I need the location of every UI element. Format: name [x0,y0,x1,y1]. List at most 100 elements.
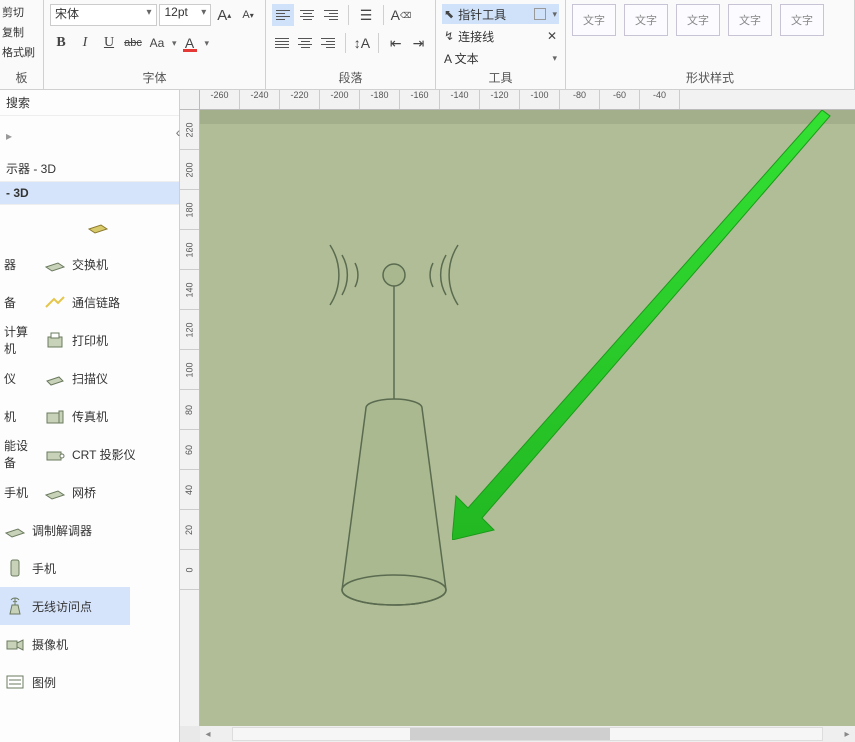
workspace: 搜索 ▸ 示器 - 3D - 3D 器 交换机备 通信链路计算机打印机仪 扫描仪机 传真… [0,90,855,742]
stencil-category-selected[interactable]: - 3D [0,182,179,205]
stencil-item[interactable]: 计算机 [0,321,40,359]
shape-style-thumb[interactable]: 文字 [572,4,616,36]
pointer-tool-button[interactable]: ⬉ 指针工具 ▾ [442,4,559,24]
ruler-tick: 140 [180,270,199,310]
scroll-right-icon[interactable]: ▸ [839,729,855,740]
dropdown-icon: ▾ [552,53,557,64]
connector-tool-button[interactable]: ↯ 连接线 ✕ [442,26,559,46]
ruler-tick: -240 [240,90,280,109]
copy-button[interactable]: 复制 [2,22,39,42]
stencil-item[interactable] [0,207,179,245]
stencil-label: 扫描仪 [72,370,108,387]
grow-font-button[interactable]: A▴ [213,4,235,26]
stencil-item[interactable]: 交换机 [40,245,170,283]
stencil-item[interactable]: 无线访问点 [0,587,130,625]
stencil-item[interactable]: 仪 [0,359,40,397]
scrollbar-track[interactable] [232,727,823,741]
stencil-item[interactable]: 传真机 [40,397,170,435]
stencil-item[interactable]: 打印机 [40,321,170,359]
stencil-label: 通信链路 [72,294,120,311]
stencil-search-input[interactable]: 搜索 [0,90,179,116]
font-size-select[interactable]: 12pt [159,4,211,26]
text-direction-button[interactable]: ↕A [351,32,372,54]
shape-icon [4,519,26,541]
shape-icon [87,215,109,237]
ruler-tick: 80 [180,390,199,430]
scrollbar-thumb[interactable] [410,728,610,740]
clear-format-button[interactable]: A⌫ [390,4,412,26]
stencil-item[interactable]: 能设备 [0,435,40,473]
shape-style-thumb[interactable]: 文字 [780,4,824,36]
stencil-label: 交换机 [72,256,108,273]
stencil-item[interactable]: 摄像机 [0,625,130,663]
font-color-button[interactable]: A [179,32,201,54]
stencil-item[interactable]: 器 [0,245,40,283]
paragraph-group: ☰ A⌫ ↕A ⇤ ⇥ 段落 [266,0,436,89]
shape-styles-group-label: 形状样式 [566,66,854,89]
indent-inc-button[interactable]: ⇥ [408,32,429,54]
align-bottom-button[interactable] [318,32,339,54]
stencil-item[interactable]: 调制解调器 [0,511,130,549]
horizontal-scrollbar[interactable]: ◂ ▸ [200,726,855,742]
stencil-label: 摄像机 [32,636,68,653]
ruler-tick: 40 [180,470,199,510]
stencil-label: 传真机 [72,408,108,425]
stencil-more-icon[interactable]: ▸ [0,116,179,156]
stencil-item[interactable]: 网桥 [40,473,170,511]
shape-style-thumb[interactable]: 文字 [728,4,772,36]
bold-button[interactable]: B [50,32,72,54]
ruler-tick: -60 [600,90,640,109]
font-group-label: 字体 [44,66,265,89]
align-left-button[interactable] [272,4,294,26]
stencil-label: 无线访问点 [32,598,92,615]
stencil-item[interactable]: 图例 [0,663,130,701]
drawing-canvas[interactable] [200,110,855,726]
italic-button[interactable]: I [74,32,96,54]
shape-icon [44,329,66,351]
stencil-item[interactable]: 手机 [0,549,130,587]
stencil-category[interactable]: 示器 - 3D [0,156,179,182]
textbox-tool-button[interactable]: A 文本 ▾ [442,48,559,68]
shape-icon [44,367,66,389]
stencil-item[interactable]: 机 [0,397,40,435]
align-right-button[interactable] [320,4,342,26]
shape-icon [4,557,26,579]
stencil-item[interactable]: 扫描仪 [40,359,170,397]
ruler-tick: -260 [200,90,240,109]
bullets-button[interactable]: ☰ [355,4,377,26]
scroll-left-icon[interactable]: ◂ [200,729,216,740]
change-case-button[interactable]: Aa [146,32,168,54]
stencil-label: CRT 投影仪 [72,446,136,463]
canvas-shape-wireless-ap[interactable] [200,110,855,726]
shape-styles-group: 文字 文字 文字 文字 文字 形状样式 [566,0,855,89]
indent-dec-button[interactable]: ⇤ [385,32,406,54]
align-middle-button[interactable] [295,32,316,54]
stencil-label: 手机 [32,560,56,577]
underline-button[interactable]: U [98,32,120,54]
stencil-label: 图例 [32,674,56,691]
ruler-tick: 160 [180,230,199,270]
shrink-font-button[interactable]: A▾ [237,4,259,26]
stencil-item[interactable]: 备 [0,283,40,321]
format-painter-button[interactable]: 格式刷 [2,42,39,62]
shape-style-thumb[interactable]: 文字 [676,4,720,36]
ruler-tick: 180 [180,190,199,230]
font-family-select[interactable]: 宋体 [50,4,157,26]
align-top-button[interactable] [272,32,293,54]
connector-tool-label: 连接线 [458,28,494,45]
dropdown-icon: ▾ [552,9,557,20]
ribbon: 剪切 复制 格式刷 板 宋体 12pt A▴ A▾ B I U abc Aa [0,0,855,90]
ruler-tick: 100 [180,350,199,390]
strikethrough-button[interactable]: abc [122,32,144,54]
align-center-button[interactable] [296,4,318,26]
stencil-item[interactable]: CRT 投影仪 [40,435,170,473]
ruler-tick: 120 [180,310,199,350]
stencil-item[interactable]: 通信链路 [40,283,170,321]
stencil-item[interactable]: 手机 [0,473,40,511]
separator [383,5,384,25]
ruler-tick: -200 [320,90,360,109]
ruler-tick: -120 [480,90,520,109]
shape-style-thumb[interactable]: 文字 [624,4,668,36]
cut-button[interactable]: 剪切 [2,2,39,22]
clipboard-group-label: 板 [0,66,43,89]
